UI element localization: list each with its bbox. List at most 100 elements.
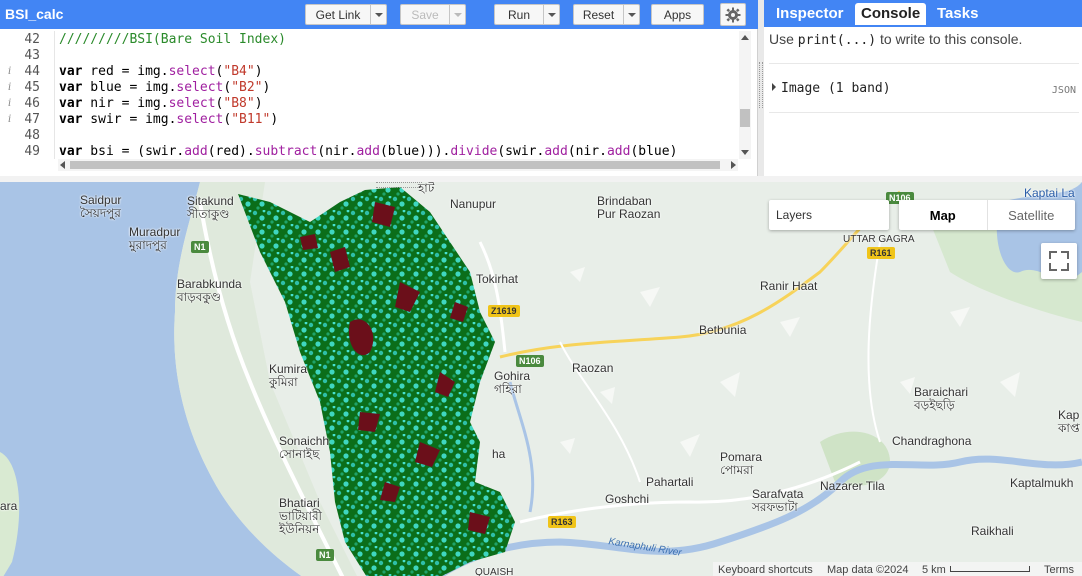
place-label: Raozan: [572, 361, 614, 375]
fullscreen-corner: [1049, 251, 1057, 259]
code-text[interactable]: var blue = img.select("B2"): [59, 80, 270, 96]
code-line[interactable]: 48: [0, 128, 740, 144]
map-type-toggle[interactable]: Map Satellite: [899, 200, 1075, 230]
gear-icon[interactable]: [720, 3, 746, 26]
place-label: Nazarer Tila: [820, 479, 885, 493]
code-text[interactable]: var nir = img.select("B8"): [59, 96, 263, 112]
scroll-up-icon[interactable]: [741, 35, 749, 40]
layers-label: Layers: [776, 208, 813, 222]
fullscreen-corner: [1049, 263, 1057, 271]
code-line[interactable]: 43: [0, 48, 740, 64]
code-line[interactable]: i 45 var blue = img.select("B2"): [0, 80, 740, 96]
reset-dropdown-icon[interactable]: [623, 5, 639, 24]
line-number: 42: [24, 32, 40, 47]
line-number: 47: [24, 112, 40, 127]
scroll-left-icon[interactable]: [60, 161, 65, 169]
expand-triangle-icon[interactable]: [772, 83, 776, 91]
place-label: Ranir Haat: [760, 279, 818, 293]
place-label: হাট: [418, 181, 435, 195]
apps-label: Apps: [663, 7, 692, 22]
place-label: Chandraghona: [892, 434, 972, 448]
run-label: Run: [507, 7, 530, 22]
vertical-scrollbar[interactable]: [739, 31, 751, 159]
place-label: Bhatiari ভাটিয়ারী ইউনিয়ন: [279, 496, 322, 536]
road-badge: N106: [516, 355, 544, 367]
layers-button[interactable]: Layers: [769, 200, 889, 230]
place-label: Nanupur: [450, 197, 497, 211]
code-text[interactable]: var bsi = (swir.add(red).subtract(nir.ad…: [59, 144, 677, 159]
code-text[interactable]: var swir = img.select("B11"): [59, 112, 278, 128]
save-button[interactable]: Save: [400, 4, 466, 25]
code-line[interactable]: i 44 var red = img.select("B4"): [0, 64, 740, 80]
place-label: Pomara পোমরা: [720, 450, 763, 477]
place-label: Gohira গহিরা: [494, 369, 531, 396]
place-label: Baraichari বড়ইছড়ি: [914, 385, 969, 412]
editor-toolbar: BSI_calc Get Link Save Run Reset Apps: [0, 0, 758, 29]
get-link-label: Get Link: [315, 7, 361, 22]
place-label: Brindaban Pur Raozan: [597, 194, 661, 221]
map-resize-grip-icon[interactable]: [376, 182, 422, 188]
scale-label[interactable]: 5 km: [922, 564, 946, 576]
gear-icon-glyph: [725, 7, 741, 22]
fullscreen-corner: [1061, 263, 1069, 271]
apps-button[interactable]: Apps: [651, 4, 704, 25]
tab-tasks[interactable]: Tasks: [931, 3, 984, 25]
place-label: Kaptalmukh: [1010, 476, 1074, 490]
vertical-scroll-thumb[interactable]: [740, 109, 750, 127]
code-text[interactable]: var red = img.select("B4"): [59, 64, 263, 80]
map-view[interactable]: Saidpur সৈয়দপুর Sitakund সীতাকুণ্ড Muradp…: [0, 176, 1082, 576]
scroll-right-icon[interactable]: [731, 161, 736, 169]
place-label: ara: [0, 499, 18, 513]
script-title[interactable]: BSI_calc: [5, 6, 63, 22]
terms-link[interactable]: Terms: [1044, 564, 1074, 576]
scale-bar: [950, 566, 1030, 572]
cloud-patches: [560, 267, 1020, 457]
console-output-item[interactable]: Image (1 band): [772, 81, 891, 96]
road-r163: [519, 460, 861, 524]
reset-label: Reset: [582, 7, 615, 22]
console-hint: Use print(...) to write to this console.: [769, 31, 1022, 48]
river-branch: [508, 381, 535, 513]
code-line[interactable]: 42 /////////BSI(Bare Soil Index): [0, 32, 740, 48]
console-hint-post: to write to this console.: [876, 31, 1023, 47]
place-label: ha: [492, 447, 506, 461]
map-type-map-button[interactable]: Map: [899, 200, 987, 230]
place-label: Sitakund সীতাকুণ্ড: [187, 194, 234, 221]
resize-grip-icon[interactable]: [759, 62, 763, 108]
console-hint-code: print(...): [797, 33, 877, 48]
place-label: Tokirhat: [476, 272, 519, 286]
map-data-attribution[interactable]: Map data ©2024: [827, 564, 909, 576]
fullscreen-icon[interactable]: [1041, 243, 1077, 279]
fullscreen-corner: [1061, 251, 1069, 259]
code-text[interactable]: /////////BSI(Bare Soil Index): [59, 32, 286, 48]
road-badge: Z1619: [488, 305, 520, 317]
get-link-button[interactable]: Get Link: [305, 4, 387, 25]
tab-console[interactable]: Console: [855, 3, 927, 25]
run-button[interactable]: Run: [494, 4, 560, 25]
console-panel: Inspector Console Tasks Use print(...) t…: [764, 0, 1082, 176]
console-output-label: Image (1 band): [781, 81, 891, 96]
code-line[interactable]: 49 var bsi = (swir.add(red).subtract(nir.…: [0, 144, 740, 159]
code-line[interactable]: i 46 var nir = img.select("B8"): [0, 96, 740, 112]
code-editor-panel: BSI_calc Get Link Save Run Reset Apps 42…: [0, 0, 758, 176]
code-area[interactable]: 42 /////////BSI(Bare Soil Index) 43 i 44 var …: [0, 31, 740, 159]
keyboard-shortcuts-link[interactable]: Keyboard shortcuts: [718, 564, 813, 576]
get-link-dropdown-icon[interactable]: [370, 5, 386, 24]
horizontal-scrollbar[interactable]: [58, 159, 738, 171]
tab-inspector[interactable]: Inspector: [770, 3, 850, 25]
reset-button[interactable]: Reset: [573, 4, 640, 25]
line-number: 46: [24, 96, 40, 111]
map-type-satellite-button[interactable]: Satellite: [986, 200, 1076, 230]
road-minor: [867, 241, 881, 443]
save-dropdown-icon[interactable]: [449, 5, 465, 24]
horizontal-scroll-thumb[interactable]: [70, 161, 720, 169]
code-line[interactable]: i 47 var swir = img.select("B11"): [0, 112, 740, 128]
road-badge: N1: [316, 549, 334, 561]
console-hint-pre: Use: [769, 31, 798, 47]
line-number: 49: [24, 144, 40, 159]
place-label: Sarafvata সরফভাটা: [752, 487, 804, 514]
run-dropdown-icon[interactable]: [543, 5, 559, 24]
place-label: Kaptai La: [1024, 186, 1075, 200]
scroll-down-icon[interactable]: [741, 150, 749, 155]
json-button[interactable]: JSON: [1052, 85, 1076, 96]
